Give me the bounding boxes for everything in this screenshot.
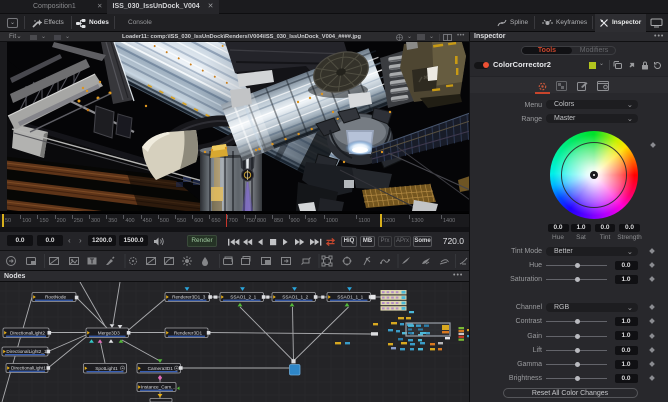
svg-text:Renderer3D1: Renderer3D1 [174, 331, 203, 336]
svg-text:SSAO1_1_2: SSAO1_1_2 [282, 295, 308, 300]
svg-text:T: T [90, 259, 95, 266]
svg-text:DirectionalLight2_1: DirectionalLight2_1 [6, 349, 47, 354]
svg-text:SSAO1_2_1: SSAO1_2_1 [230, 295, 256, 300]
svg-text:Camera3D1: Camera3D1 [148, 366, 174, 371]
svg-text:Renderer3D1_3: Renderer3D1_3 [172, 295, 206, 300]
svg-text:Merge3D3: Merge3D3 [98, 331, 120, 336]
svg-text:DirectionalLight2: DirectionalLight2 [10, 331, 45, 336]
svg-text:Instance_Cam...: Instance_Cam... [141, 385, 175, 390]
svg-text:SSAO1_1_1: SSAO1_1_1 [337, 295, 363, 300]
svg-text:SpotLight1: SpotLight1 [95, 366, 118, 371]
svg-text:RootNode: RootNode [45, 295, 67, 300]
svg-text:DirectionalLight1: DirectionalLight1 [11, 366, 46, 371]
